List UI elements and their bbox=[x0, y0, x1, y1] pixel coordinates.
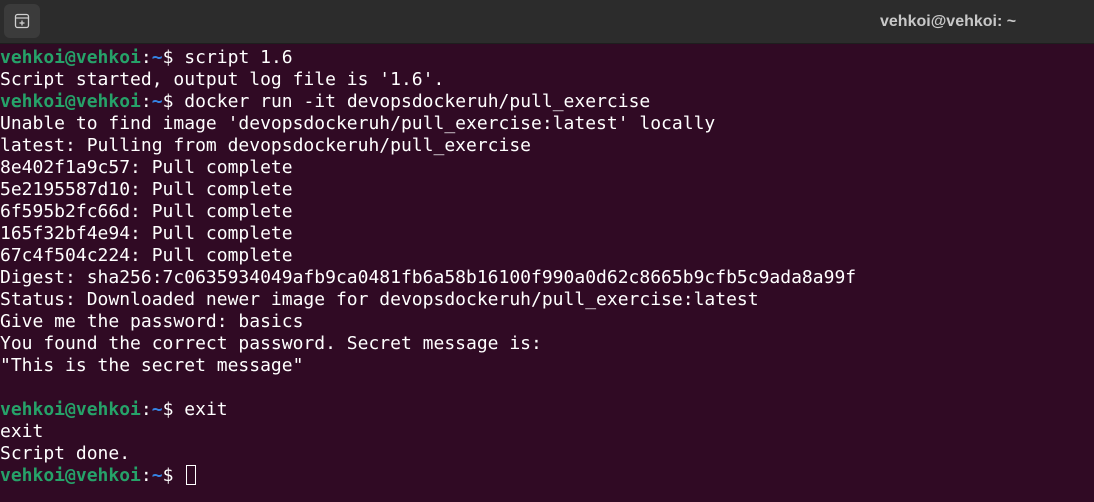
text-cursor[interactable] bbox=[186, 465, 197, 485]
output-line: Give me the password: basics bbox=[0, 311, 304, 332]
new-tab-button[interactable] bbox=[4, 4, 40, 38]
prompt-symbol: $ bbox=[162, 465, 185, 486]
prompt-symbol: $ bbox=[162, 91, 185, 112]
new-tab-icon bbox=[14, 13, 30, 29]
prompt-user: vehkoi@vehkoi bbox=[0, 47, 141, 68]
output-line: Script started, output log file is '1.6'… bbox=[0, 69, 445, 90]
active-prompt-line: vehkoi@vehkoi:~$ bbox=[0, 465, 1094, 487]
command-line: vehkoi@vehkoi:~$ exit bbox=[0, 399, 1094, 421]
prompt-symbol: $ bbox=[162, 399, 185, 420]
output-line: Script done. bbox=[0, 443, 131, 464]
output-line: You found the correct password. Secret m… bbox=[0, 333, 542, 354]
command-text: docker run -it devopsdockeruh/pull_exerc… bbox=[184, 91, 651, 112]
title-bar: vehkoi@vehkoi: ~ bbox=[0, 0, 1094, 44]
prompt-colon: : bbox=[140, 399, 152, 420]
prompt-path: ~ bbox=[151, 47, 163, 68]
prompt-user: vehkoi@vehkoi bbox=[0, 465, 141, 486]
terminal-output[interactable]: vehkoi@vehkoi:~$ script 1.6 Script starte… bbox=[0, 47, 1094, 502]
output-line: Status: Downloaded newer image for devop… bbox=[0, 289, 759, 310]
output-line: 67c4f504c224: Pull complete bbox=[0, 245, 293, 266]
command-text: exit bbox=[184, 399, 228, 420]
output-line: latest: Pulling from devopsdockeruh/pull… bbox=[0, 135, 532, 156]
command-line: vehkoi@vehkoi:~$ docker run -it devopsdo… bbox=[0, 91, 1094, 113]
output-line: "This is the secret message" bbox=[0, 355, 304, 376]
terminal-window: vehkoi@vehkoi: ~ vehkoi@vehkoi:~$ script… bbox=[0, 0, 1094, 502]
prompt-user: vehkoi@vehkoi bbox=[0, 399, 141, 420]
output-line: 6f595b2fc66d: Pull complete bbox=[0, 201, 293, 222]
prompt-path: ~ bbox=[151, 399, 163, 420]
output-line: exit bbox=[0, 421, 44, 442]
window-title: vehkoi@vehkoi: ~ bbox=[880, 13, 1017, 30]
prompt-colon: : bbox=[140, 91, 152, 112]
prompt-symbol: $ bbox=[162, 47, 185, 68]
output-line: 5e2195587d10: Pull complete bbox=[0, 179, 293, 200]
output-line: Unable to find image 'devopsdockeruh/pul… bbox=[0, 113, 716, 134]
command-line: vehkoi@vehkoi:~$ script 1.6 bbox=[0, 47, 1094, 69]
output-line: 165f32bf4e94: Pull complete bbox=[0, 223, 293, 244]
prompt-path: ~ bbox=[151, 91, 163, 112]
prompt-user: vehkoi@vehkoi bbox=[0, 91, 141, 112]
prompt-colon: : bbox=[140, 465, 152, 486]
command-text: script 1.6 bbox=[184, 47, 293, 68]
output-line: Digest: sha256:7c0635934049afb9ca0481fb6… bbox=[0, 267, 857, 288]
prompt-path: ~ bbox=[151, 465, 163, 486]
output-line: 8e402f1a9c57: Pull complete bbox=[0, 157, 293, 178]
prompt-colon: : bbox=[140, 47, 152, 68]
